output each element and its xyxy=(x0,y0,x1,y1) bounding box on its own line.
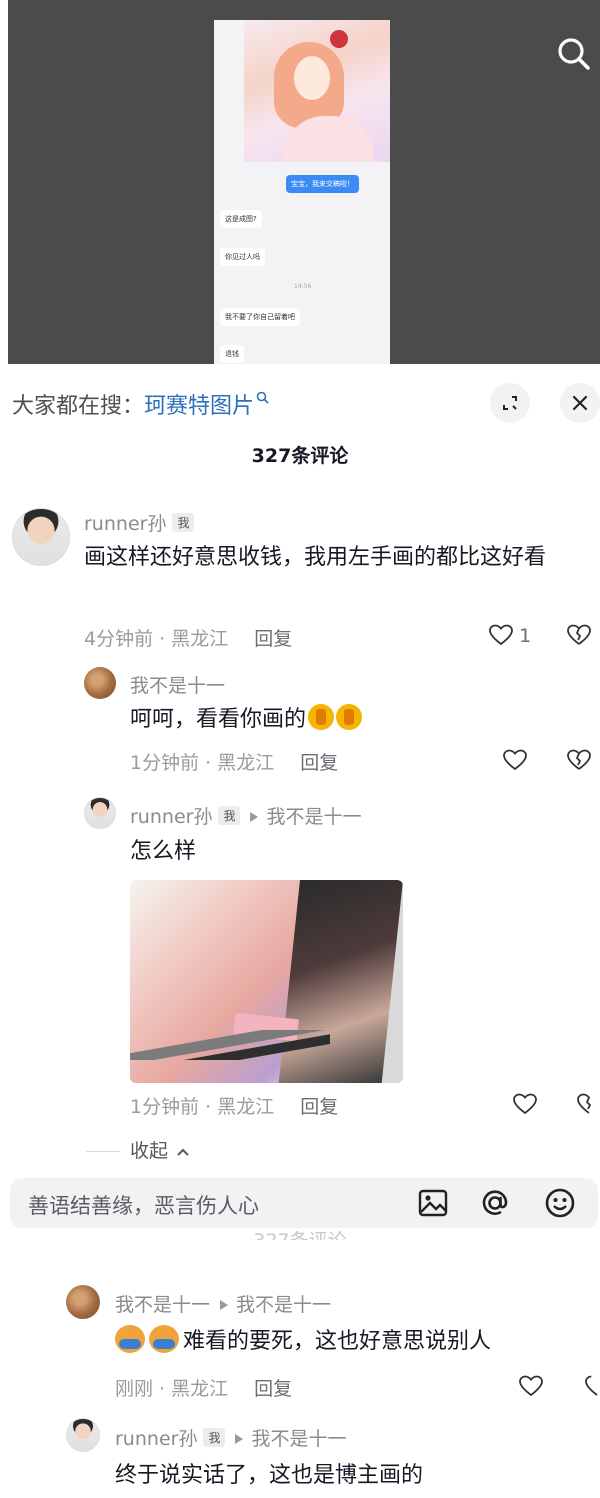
close-button[interactable] xyxy=(560,383,600,423)
like-button[interactable]: 1 xyxy=(488,623,531,652)
me-badge: 我 xyxy=(218,806,241,825)
heart-icon xyxy=(503,749,527,771)
avatar[interactable] xyxy=(66,1285,100,1319)
trending-search-keyword[interactable]: 珂赛特图片 xyxy=(144,394,254,419)
comment-time-location: 1分钟前 · 黑龙江 xyxy=(130,752,275,774)
dislike-button[interactable] xyxy=(566,748,592,776)
reply-button[interactable]: 回复 xyxy=(300,752,338,774)
broken-heart-icon xyxy=(567,749,591,770)
image-picker-button[interactable] xyxy=(416,1186,450,1220)
emoji-button[interactable] xyxy=(543,1186,577,1220)
search-icon[interactable] xyxy=(554,34,594,74)
comment-username[interactable]: runner孙 xyxy=(84,513,166,535)
reply-button[interactable]: 回复 xyxy=(254,628,292,650)
avatar[interactable] xyxy=(84,667,116,699)
like-button[interactable] xyxy=(512,1092,538,1120)
heart-icon xyxy=(489,624,513,646)
comment-input[interactable]: 善语结善缘，恶言伤人心 xyxy=(28,1190,259,1220)
heart-icon xyxy=(519,1375,543,1397)
reply-button[interactable]: 回复 xyxy=(254,1378,292,1400)
avatar[interactable] xyxy=(66,1418,100,1452)
trending-search-prefix: 大家都在搜： xyxy=(12,394,145,419)
reply-button[interactable]: 回复 xyxy=(300,1096,338,1118)
collapse-label: 收起 xyxy=(130,1140,169,1162)
comment-time-location: 刚刚 · 黑龙江 xyxy=(115,1378,229,1400)
like-button[interactable] xyxy=(518,1374,544,1402)
comment-username[interactable]: 我不是十一 xyxy=(130,671,225,698)
comment-meta: 刚刚 · 黑龙江 回复 xyxy=(115,1374,292,1401)
comment-attached-photo[interactable] xyxy=(130,880,403,1083)
comment-text-row: 呵呵，看看你画的 xyxy=(130,700,363,740)
video-frame-chat-screenshot: 宝宝，我来交稿啦！ 这是成图? 你见过人吗 14:56 我不要了你自己留着吧 退… xyxy=(214,20,390,364)
thumbs-up-emoji-icon xyxy=(336,704,363,730)
divider xyxy=(86,1151,120,1152)
heart-icon xyxy=(513,1093,537,1115)
comment-text: 画这样还好意思收钱，我用左手画的都比这好看 xyxy=(84,545,547,570)
reply-arrow-icon xyxy=(220,1299,229,1310)
dislike-button[interactable] xyxy=(584,1374,600,1402)
search-icon xyxy=(256,391,269,404)
reply-arrow-icon xyxy=(250,811,259,822)
comment-meta: 4分钟前 · 黑龙江 回复 xyxy=(84,624,292,651)
reply-arrow-icon xyxy=(235,1433,244,1444)
comment-text: 终于说实话了，这也是博主画的 xyxy=(115,1463,424,1488)
at-sign-icon xyxy=(482,1190,508,1215)
comment-meta: 1分钟前 · 黑龙江 回复 xyxy=(130,748,338,775)
comment-username[interactable]: runner孙 xyxy=(130,806,212,828)
comment-text-row: 难看的要死，这也好意思说别人 xyxy=(115,1322,491,1362)
chat-timestamp: 14:56 xyxy=(294,283,312,290)
reply-to-username[interactable]: 我不是十一 xyxy=(236,1294,331,1316)
blush-emoji-icon xyxy=(115,1325,145,1353)
comment-username[interactable]: runner孙 xyxy=(115,1428,197,1450)
comment-username-row: runner孙我 我不是十一 xyxy=(130,802,361,829)
broken-heart-icon xyxy=(585,1375,598,1396)
chat-bubble-received: 你见过人吗 xyxy=(220,248,265,266)
comment-text: 难看的要死，这也好意思说别人 xyxy=(183,1329,492,1354)
comment-text: 怎么样 xyxy=(130,839,197,864)
comment-time-location: 4分钟前 · 黑龙江 xyxy=(84,628,229,650)
chat-bubble-sent: 宝宝，我来交稿啦！ xyxy=(286,175,359,193)
close-icon xyxy=(572,395,588,411)
dislike-button[interactable] xyxy=(566,623,592,651)
expand-button[interactable] xyxy=(490,383,530,423)
reply-to-username[interactable]: 我不是十一 xyxy=(251,1428,346,1450)
chevron-up-icon xyxy=(177,1148,189,1156)
image-icon xyxy=(418,1189,448,1217)
dislike-button[interactable] xyxy=(576,1092,600,1120)
chat-bubble-received: 这是成图? xyxy=(220,210,262,228)
comment-username-row: runner孙我 xyxy=(84,509,195,536)
smiley-icon xyxy=(545,1188,575,1218)
me-badge: 我 xyxy=(172,513,195,532)
faded-comment-count: 327条评论 xyxy=(0,1226,600,1240)
comment-count-title: 327条评论 xyxy=(251,445,349,467)
like-count: 1 xyxy=(519,625,532,647)
blush-emoji-icon xyxy=(149,1325,179,1353)
comment-time-location: 1分钟前 · 黑龙江 xyxy=(130,1096,275,1118)
expand-icon xyxy=(503,396,517,410)
trending-search-hint[interactable]: 大家都在搜：珂赛特图片 xyxy=(12,388,270,420)
comment-username[interactable]: 我不是十一 xyxy=(115,1294,210,1316)
chat-bubble-received: 我不要了你自己留着吧 xyxy=(220,308,300,326)
anime-artwork-image xyxy=(244,20,390,162)
comment-username-row: 我不是十一 我不是十一 xyxy=(115,1290,331,1317)
comment-username-row: runner孙我 我不是十一 xyxy=(115,1424,346,1451)
comment-meta: 1分钟前 · 黑龙江 回复 xyxy=(130,1092,338,1119)
like-button[interactable] xyxy=(502,748,528,776)
me-badge: 我 xyxy=(203,1428,226,1447)
chat-bubble-received: 退钱 xyxy=(220,345,244,363)
avatar[interactable] xyxy=(84,797,116,829)
broken-heart-icon xyxy=(577,1093,592,1114)
broken-heart-icon xyxy=(567,624,591,645)
thumbs-up-emoji-icon xyxy=(308,704,335,730)
reply-to-username[interactable]: 我不是十一 xyxy=(266,806,361,828)
avatar[interactable] xyxy=(12,508,70,566)
comment-text: 呵呵，看看你画的 xyxy=(130,707,307,732)
mention-button[interactable] xyxy=(478,1186,512,1220)
collapse-replies-button[interactable]: 收起 xyxy=(86,1136,190,1163)
